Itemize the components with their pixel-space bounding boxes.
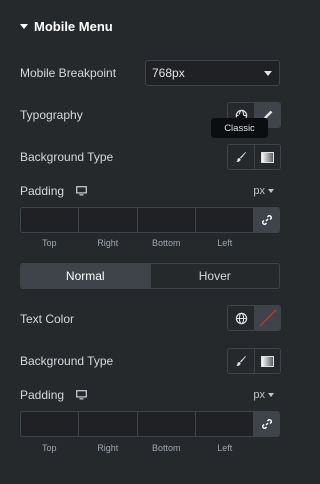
padding-unit-select[interactable]: px (253, 185, 274, 197)
link-values-button[interactable] (254, 411, 280, 437)
padding-right-input[interactable] (79, 207, 138, 233)
side-label-right: Right (97, 238, 119, 248)
padding-top-input[interactable] (20, 207, 80, 233)
side-label-bottom: Bottom (151, 443, 181, 453)
side-label-right: Right (97, 443, 119, 453)
mobile-menu-panel: Mobile Menu Mobile Breakpoint 768px Typo… (0, 0, 288, 484)
background-gradient-button[interactable] (254, 349, 280, 373)
padding-left-input[interactable] (195, 411, 254, 437)
chevron-down-icon (268, 189, 274, 193)
background-type-controls (227, 348, 281, 374)
tab-normal[interactable]: Normal (21, 264, 150, 288)
text-color-controls (227, 305, 281, 331)
monitor-icon[interactable] (76, 390, 87, 400)
section-title: Mobile Menu (34, 18, 113, 34)
padding-unit: px (253, 389, 265, 401)
side-label-left: Left (217, 443, 233, 453)
globe-icon (235, 312, 247, 324)
link-icon (261, 418, 273, 430)
side-label-bottom: Bottom (151, 238, 181, 248)
padding-top-input[interactable] (20, 411, 80, 437)
padding-label: Padding (20, 184, 65, 198)
text-color-label: Text Color (20, 312, 75, 326)
side-label-left: Left (217, 238, 233, 248)
padding-label-row: Padding (20, 184, 87, 198)
padding-bottom-input[interactable] (137, 411, 196, 437)
clear-color-icon (259, 309, 276, 327)
background-classic-button[interactable] (228, 349, 254, 373)
padding-side-labels: Top Right Bottom Left (20, 238, 254, 248)
padding-unit-select[interactable]: px (253, 389, 274, 401)
section-header[interactable]: Mobile Menu (20, 17, 113, 35)
brush-icon (236, 356, 246, 366)
chevron-down-icon (264, 71, 272, 76)
tooltip: Classic (211, 113, 268, 138)
padding-label-row: Padding (20, 388, 87, 402)
text-color-global-button[interactable] (228, 306, 254, 330)
chevron-down-icon (268, 393, 274, 397)
padding-side-labels: Top Right Bottom Left (20, 443, 254, 453)
padding-inputs (20, 411, 280, 437)
typography-label: Typography (20, 108, 83, 122)
breakpoint-select[interactable]: 768px (145, 60, 280, 86)
background-type-controls (227, 144, 281, 170)
breakpoint-value: 768px (152, 66, 185, 80)
monitor-icon[interactable] (76, 186, 87, 196)
padding-left-input[interactable] (195, 207, 254, 233)
link-values-button[interactable] (254, 207, 280, 233)
color-picker-button[interactable] (254, 306, 280, 330)
breakpoint-label: Mobile Breakpoint (20, 66, 117, 80)
padding-bottom-input[interactable] (137, 207, 196, 233)
background-type-label: Background Type (20, 354, 114, 368)
background-gradient-button[interactable] (254, 145, 280, 169)
link-icon (261, 214, 273, 226)
background-type-label: Background Type (20, 150, 114, 164)
tab-hover[interactable]: Hover (149, 264, 280, 288)
padding-label: Padding (20, 388, 65, 402)
state-tabs: Normal Hover (20, 263, 280, 289)
background-classic-button[interactable] (228, 145, 254, 169)
padding-inputs (20, 207, 280, 233)
padding-unit: px (253, 185, 265, 197)
side-label-top: Top (41, 443, 57, 453)
caret-down-icon (20, 23, 28, 29)
padding-right-input[interactable] (79, 411, 138, 437)
brush-icon (236, 152, 246, 162)
gradient-icon (261, 151, 274, 163)
gradient-icon (261, 355, 274, 367)
side-label-top: Top (41, 238, 57, 248)
